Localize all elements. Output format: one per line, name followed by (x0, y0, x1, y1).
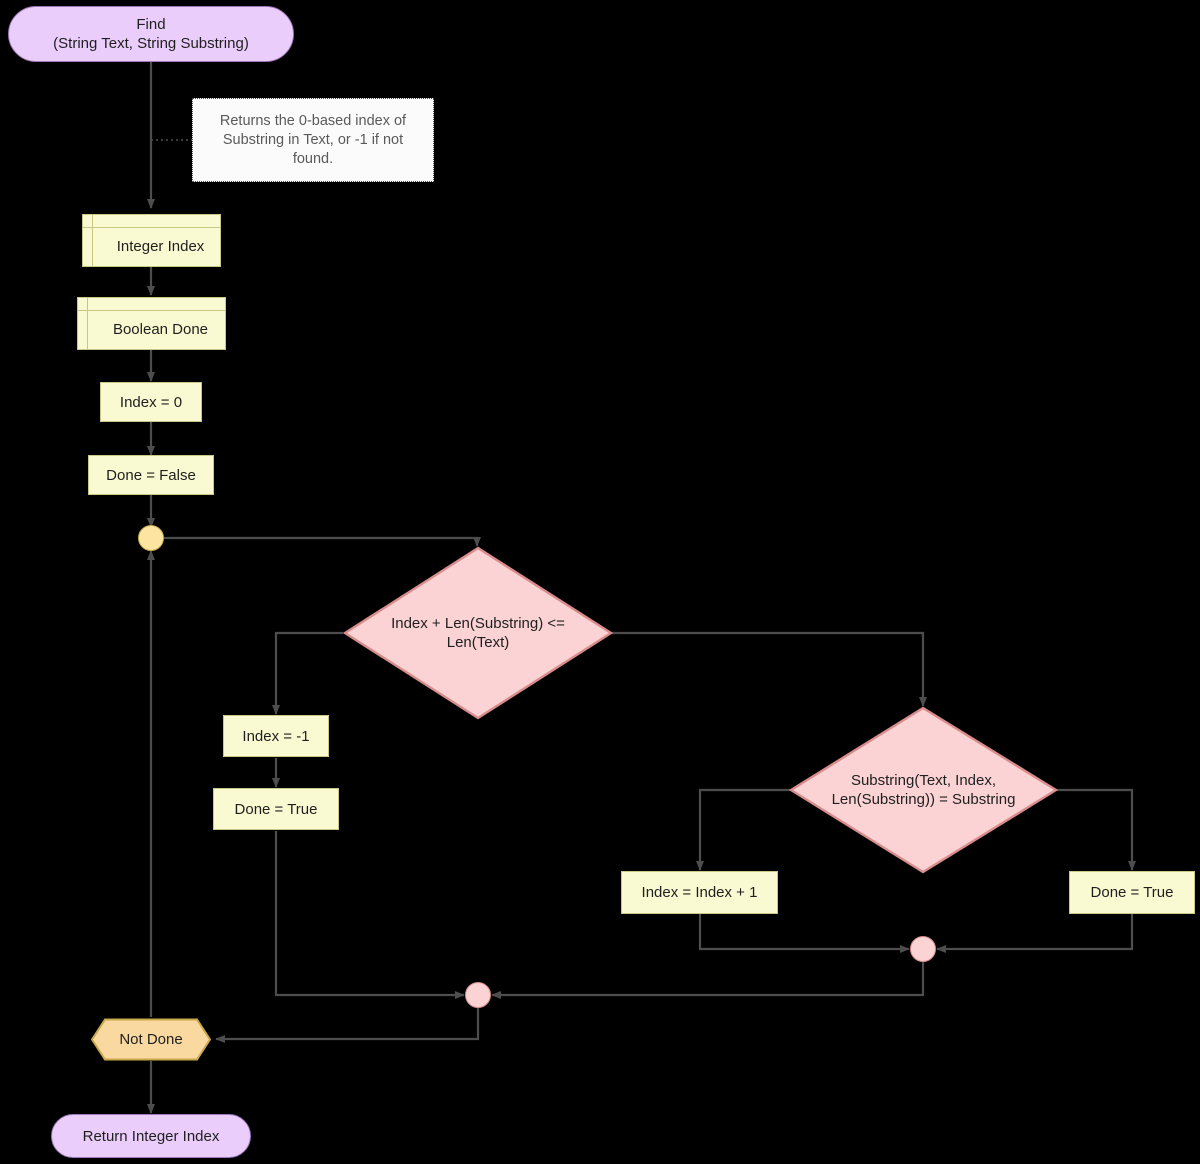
process-set-index-negative-one[interactable]: Index = -1 (223, 715, 329, 757)
loop-start-connector[interactable] (138, 525, 164, 551)
flowchart-canvas: Find (String Text, String Substring) Ret… (0, 0, 1200, 1164)
process-set-done-true-left[interactable]: Done = True (213, 788, 339, 830)
declaration-integer-index[interactable]: Integer Index (82, 214, 221, 267)
edge-merge-outer-to-loop-condition (215, 1008, 480, 1043)
decision-bounds-check-label-line2: Len(Text) (446, 634, 510, 651)
process-init-done-label: Done = False (106, 466, 196, 484)
edge-increment-to-merge-inner (698, 914, 910, 953)
end-terminator[interactable]: Return Integer Index (51, 1114, 251, 1158)
process-set-done-true-right-label: Done = True (1090, 884, 1174, 901)
declaration-left-rule (92, 215, 93, 266)
declaration-top-rule (78, 310, 225, 311)
merge-connector-outer[interactable] (465, 982, 491, 1008)
decision-substring-match-label-line1: Substring(Text, Index, (850, 772, 997, 789)
edge-cond-bounds-true-to-cond-match (612, 631, 927, 707)
declaration-boolean-done-label: Boolean Done (112, 321, 209, 338)
declaration-left-rule (87, 298, 88, 349)
edge-cond-match-false-to-increment (696, 788, 790, 871)
edge-cond-match-true-to-done-true-right (1057, 788, 1136, 871)
loop-condition-label: Not Done (119, 1031, 183, 1048)
decision-substring-match[interactable]: Substring(Text, Index, Len(Substring)) =… (789, 706, 1058, 874)
process-init-index-label: Index = 0 (119, 393, 183, 411)
decision-bounds-check-label-line1: Index + Len(Substring) <= (391, 615, 565, 632)
edge-merge-inner-to-merge-outer (491, 962, 925, 999)
process-init-done[interactable]: Done = False (88, 455, 214, 495)
comment-text: Returns the 0-based index of Substring i… (219, 112, 407, 167)
process-set-done-true-right[interactable]: Done = True (1069, 871, 1195, 914)
comment-box: Returns the 0-based index of Substring i… (192, 98, 434, 182)
end-label: Return Integer Index (82, 1127, 220, 1145)
declaration-top-rule (83, 227, 220, 228)
process-increment-index[interactable]: Index = Index + 1 (621, 871, 778, 914)
start-terminator[interactable]: Find (String Text, String Substring) (8, 6, 294, 62)
edge-done-true-right-to-merge-inner (936, 914, 1134, 953)
merge-connector-inner[interactable] (910, 936, 936, 962)
start-label-line2: (String Text, String Substring) (53, 35, 249, 52)
process-init-index[interactable]: Index = 0 (100, 382, 202, 422)
process-set-done-true-left-label: Done = True (234, 800, 318, 818)
start-label-line1: Find (136, 16, 166, 33)
decision-substring-match-label-line2: Len(Substring)) = Substring (831, 791, 1016, 808)
process-set-index-negative-one-label: Index = -1 (242, 727, 310, 745)
edge-loop-start-to-cond-bounds (164, 536, 481, 547)
declaration-integer-index-label: Integer Index (116, 238, 205, 255)
edge-done-true-left-to-merge-outer (274, 831, 465, 999)
process-increment-index-label: Index = Index + 1 (641, 884, 758, 901)
edge-cond-bounds-false-to-index-neg1 (272, 631, 343, 715)
loop-condition-not-done[interactable]: Not Done (91, 1018, 211, 1061)
decision-bounds-check[interactable]: Index + Len(Substring) <= Len(Text) (343, 546, 613, 720)
declaration-boolean-done[interactable]: Boolean Done (77, 297, 226, 350)
